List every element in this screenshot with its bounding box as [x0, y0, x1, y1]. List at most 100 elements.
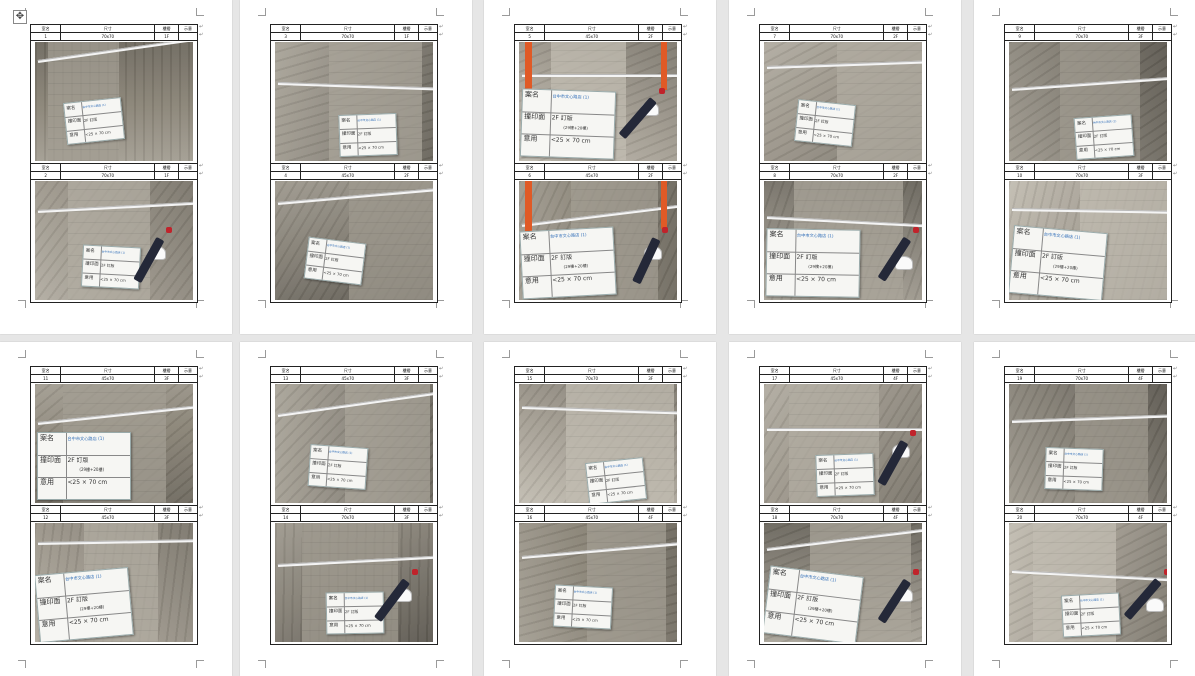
red-glove [1164, 569, 1167, 575]
header-value-floor: 3F [1129, 33, 1154, 40]
margin-crop-mark [747, 660, 755, 668]
board-value: 台中市文心路店 (1) [344, 596, 369, 601]
site-photo: 案名 台中市文心路店 (1) 撞印面 2F 訂版 意用 <25 × 70 cm [275, 523, 433, 642]
paragraph-mark: ↵ [683, 505, 688, 511]
site-whiteboard: 案名 台中市文心路店 (1) 撞印面 2F 訂版 意用 <25 × 70 cm [815, 453, 875, 497]
card-header-values: 12 45x70 3F [31, 514, 197, 522]
board-value: 2F 訂版 [550, 253, 573, 262]
board-sub: (29樓+20樓) [1052, 263, 1078, 271]
header-label: 示意 [184, 507, 193, 512]
card-header-labels: 室名 尺寸 樓層 示意 [271, 25, 437, 33]
header-label: 樓層 [639, 25, 664, 32]
card-header-values: 7 70x70 2F [760, 33, 926, 41]
header-label: 尺寸 [61, 25, 156, 32]
header-label: 樓層 [155, 25, 180, 32]
paragraph-mark: ↵ [1173, 171, 1178, 177]
header-label: 尺寸 [545, 25, 640, 32]
margin-crop-mark [747, 350, 755, 358]
header-label: 樓層 [395, 367, 420, 374]
margin-crop-mark [747, 300, 755, 308]
board-label: 意用 [84, 275, 94, 281]
board-label: 案名 [85, 248, 95, 255]
header-value-size: 70x70 [790, 33, 885, 40]
site-photo: 案名 台中市文心路店 (1) 撞印面 2F 訂版 意用 <25 × 70 cm (29樓+2… [519, 181, 677, 300]
board-label: 案名 [557, 588, 567, 595]
board-label: 意用 [524, 276, 540, 286]
header-value-diagram [663, 33, 681, 40]
board-label: 案名 [310, 240, 321, 248]
site-whiteboard: 案名 台中市文心路店 (1) 撞印面 2F 訂版 意用 <25 × 70 cm [338, 113, 398, 157]
paragraph-mark: ↵ [439, 513, 444, 519]
paragraph-mark: ↵ [199, 374, 204, 380]
document-page: 室名 尺寸 樓層 示意 17 45x70 4F 案名 台中市文心路店 (1) 撞印面 2F 訂版 意用… [729, 342, 961, 676]
board-label: 撞印面 [1014, 249, 1036, 260]
header-label: 示意 [668, 507, 677, 512]
header-label: 樓層 [884, 164, 909, 171]
header-value-size: 70x70 [301, 33, 396, 40]
site-photo: 案名 台中市文心路店 (1) 撞印面 2F 訂版 意用 <25 × 70 cm [1009, 523, 1167, 642]
board-label: 撞印面 [1077, 134, 1092, 141]
header-value-diagram [1153, 33, 1171, 40]
card-header-labels: 室名 尺寸 樓層 示意 [271, 367, 437, 375]
board-label: 案名 [818, 458, 828, 464]
header-value-room: 20 [1005, 514, 1036, 521]
board-value: 2F 訂版 [67, 457, 89, 464]
header-value-size: 70x70 [790, 172, 885, 179]
header-label: 室名 [515, 367, 546, 374]
board-value: <25 × 70 cm [1063, 478, 1090, 485]
site-photo: 案名 台中市文心路店 (1) 撞印面 2F 訂版 意用 <25 × 70 cm [764, 42, 922, 161]
board-label: 撞印面 [769, 589, 792, 601]
margin-crop-mark [992, 660, 1000, 668]
header-label: 室名 [31, 164, 62, 171]
paragraph-mark: ↵ [439, 374, 444, 380]
board-label: 案名 [524, 90, 540, 99]
paragraph-mark: ↵ [439, 163, 444, 169]
board-value: <25 × 70 cm [100, 276, 126, 283]
board-value: 台中市文心路店 (1) [64, 573, 102, 582]
board-label: 案名 [588, 465, 598, 472]
board-label: 意用 [556, 615, 566, 621]
card-header-labels: 室名 尺寸 樓層 示意 [515, 367, 681, 375]
header-label: 室名 [271, 506, 302, 513]
site-whiteboard: 案名 台中市文心路店 (1) 撞印面 2F 訂版 意用 <25 × 70 cm (29樓+2… [35, 567, 134, 642]
board-label: 撞印面 [818, 471, 833, 478]
paragraph-mark: ↵ [683, 32, 688, 38]
margin-crop-mark [992, 300, 1000, 308]
board-value: 台中市文心路店 (1) [834, 458, 858, 463]
header-label: 示意 [424, 368, 433, 373]
site-whiteboard: 案名 台中市文心路店 (1) 撞印面 2F 訂版 意用 <25 × 70 cm [584, 457, 648, 503]
margin-crop-mark [196, 8, 204, 16]
board-value: 台中市文心路店 (1) [796, 232, 834, 239]
site-photo: 案名 台中市文心路店 (1) 撞印面 2F 訂版 意用 <25 × 70 cm [764, 384, 922, 503]
photo-record-card: 室名 尺寸 樓層 示意 3 70x70 1F 案名 台中市文心路店 (1) 撞印面 2F 訂版 意用 <… [270, 24, 438, 164]
header-label: 室名 [760, 367, 791, 374]
board-label: 撞印面 [67, 118, 82, 126]
board-label: 案名 [37, 575, 53, 585]
paragraph-mark: ↵ [1173, 24, 1178, 30]
board-label: 撞印面 [523, 254, 545, 264]
board-sub: (29樓+20樓) [807, 605, 833, 614]
paragraph-mark: ↵ [683, 513, 688, 519]
board-label: 意用 [307, 267, 317, 274]
board-label: 案名 [341, 118, 351, 124]
photo-record-card: 室名 尺寸 樓層 示意 17 45x70 4F 案名 台中市文心路店 (1) 撞印面 2F 訂版 意用… [759, 366, 927, 506]
header-value-room: 15 [515, 375, 546, 382]
photo-record-card: 室名 尺寸 樓層 示意 4 45x70 2F 案名 台中市文心路店 (1) 撞印面 2F 訂版 意用 <… [270, 163, 438, 303]
header-label: 樓層 [395, 506, 420, 513]
margin-crop-mark [502, 300, 510, 308]
header-label: 尺寸 [790, 506, 885, 513]
board-value: 2F 訂版 [1093, 133, 1108, 140]
board-value: 台中市文心路店 (1) [799, 573, 837, 583]
board-label: 意用 [1065, 625, 1075, 631]
header-label: 示意 [184, 26, 193, 31]
board-value: 2F 訂版 [357, 131, 372, 137]
four-arrow-move-icon[interactable]: ✥ [13, 10, 27, 24]
board-label: 案名 [312, 448, 323, 454]
header-label: 示意 [913, 368, 922, 373]
header-label: 室名 [760, 164, 791, 171]
header-label: 樓層 [639, 506, 664, 513]
header-value-floor: 3F [155, 375, 180, 382]
header-label: 室名 [1005, 506, 1036, 513]
site-photo: 案名 台中市文心路店 (1) 撞印面 2F 訂版 意用 <25 × 70 cm (29樓+2… [764, 523, 922, 642]
header-label: 尺寸 [61, 367, 156, 374]
